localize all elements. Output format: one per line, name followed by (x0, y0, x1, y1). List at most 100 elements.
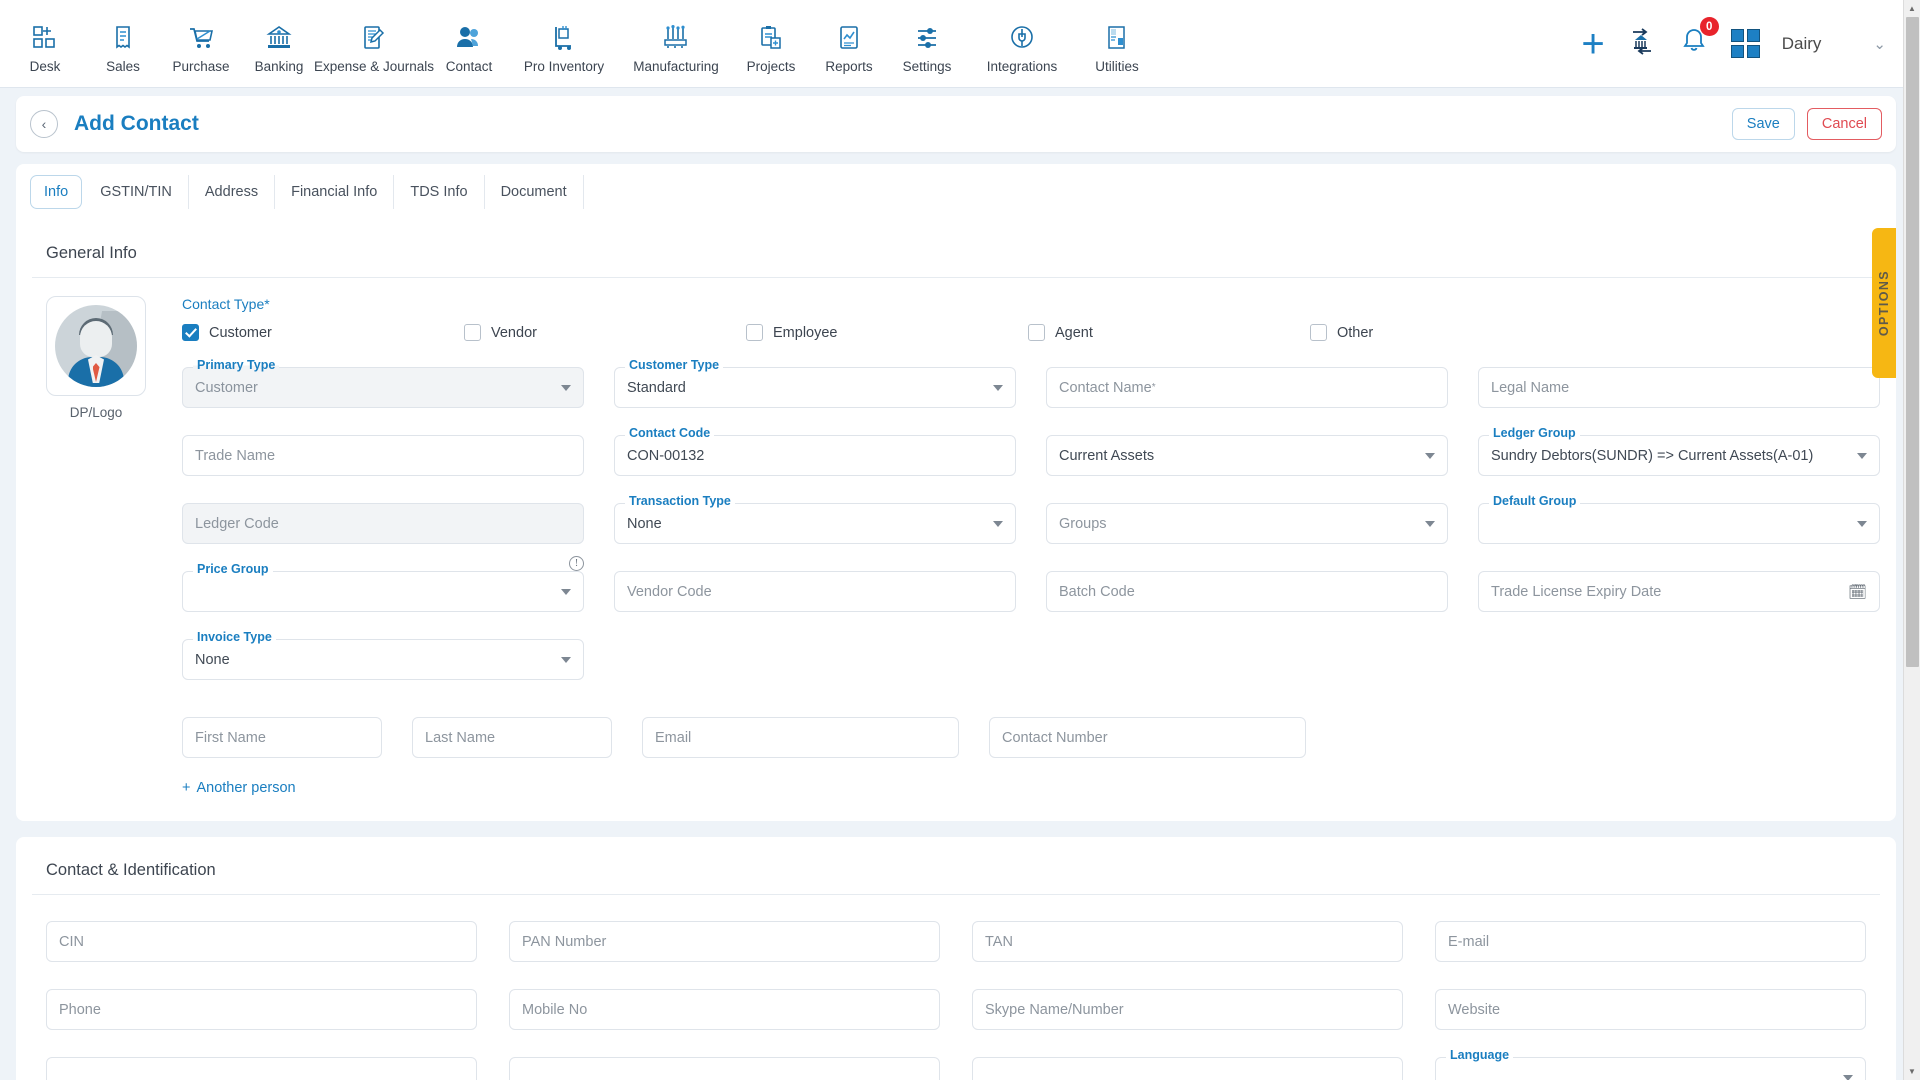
field-transaction-type: Transaction Type None (614, 494, 1016, 563)
chevron-left-icon[interactable]: ‹ (30, 110, 58, 138)
email-input[interactable]: Email (642, 717, 959, 758)
pan-number-input[interactable]: PAN Number (509, 921, 940, 962)
nav-item-manufacturing[interactable]: Manufacturing (620, 14, 732, 74)
nav-right-actions: + 0 Dairy ⌄ (1581, 17, 1920, 64)
chevron-down-icon (561, 384, 571, 391)
legal-name-input[interactable]: Legal Name (1478, 367, 1880, 408)
checkbox-label: Employee (773, 324, 838, 341)
tab-bar: Info GSTIN/TIN Address Financial Info TD… (16, 164, 1896, 220)
ledger-group-select[interactable]: Sundry Debtors(SUNDR) => Current Assets(… (1478, 435, 1880, 476)
vendor-code-input[interactable]: Vendor Code (614, 571, 1016, 612)
dp-logo-upload[interactable] (46, 296, 146, 396)
transaction-type-select[interactable]: None (614, 503, 1016, 544)
field-price-group: Price Group ! (182, 556, 584, 631)
checkbox-employee[interactable]: Employee (746, 324, 1028, 341)
cin-input[interactable]: CIN (46, 921, 477, 962)
checkbox-customer[interactable]: Customer (182, 324, 464, 341)
nav-item-reports[interactable]: Reports (810, 14, 888, 74)
row3-col2-input[interactable] (509, 1057, 940, 1080)
contacts-icon (455, 24, 483, 52)
nav-item-expense-journals[interactable]: Expense & Journals (314, 14, 434, 74)
nav-item-pro-inventory[interactable]: Pro Inventory (508, 14, 620, 74)
calendar-icon[interactable]: 🗓 (1848, 583, 1867, 601)
row3-col1-input[interactable] (46, 1057, 477, 1080)
nav-item-banking[interactable]: Banking (240, 14, 318, 74)
nav-item-settings[interactable]: Settings (888, 14, 966, 74)
trade-license-expiry-input[interactable]: Trade License Expiry Date 🗓 (1478, 571, 1880, 612)
batch-code-input[interactable]: Batch Code (1046, 571, 1448, 612)
app-root: Desk Sales Purchase Banking Expense & Jo… (0, 0, 1920, 1080)
bell-icon[interactable]: 0 (1679, 17, 1719, 61)
trade-name-input[interactable]: Trade Name (182, 435, 584, 476)
add-another-person-label: Another person (196, 780, 296, 796)
divider (32, 277, 1880, 278)
contact-number-input[interactable]: Contact Number (989, 717, 1306, 758)
info-icon[interactable]: ! (569, 556, 584, 571)
checkbox-other[interactable]: Other (1310, 324, 1592, 341)
top-navigation-bar: Desk Sales Purchase Banking Expense & Jo… (0, 0, 1920, 88)
nav-label: Integrations (986, 58, 1058, 74)
field-phone: Phone (46, 981, 477, 1049)
first-name-input[interactable]: First Name (182, 717, 382, 758)
groups-select[interactable]: Groups (1046, 503, 1448, 544)
mobile-no-input[interactable]: Mobile No (509, 989, 940, 1030)
row3-col3-input[interactable] (972, 1057, 1403, 1080)
add-another-person-button[interactable]: + Another person (182, 780, 296, 796)
price-group-select[interactable] (182, 571, 584, 612)
tab-info[interactable]: Info (30, 175, 83, 209)
tab-document[interactable]: Document (485, 175, 584, 209)
contact-code-input[interactable]: CON-00132 (614, 435, 1016, 476)
tab-gstin-tin[interactable]: GSTIN/TIN (84, 175, 189, 209)
contact-name-input[interactable]: Contact Name * (1046, 367, 1448, 408)
page-scrollbar[interactable]: ▲ ▼ (1903, 0, 1920, 1080)
field-legal-name: Legal Name (1478, 359, 1880, 427)
scrollbar-thumb[interactable] (1906, 17, 1919, 667)
ledger-code-input[interactable]: Ledger Code (182, 503, 584, 544)
email-input[interactable]: E-mail (1435, 921, 1866, 962)
bank-icon (266, 24, 292, 52)
nav-item-purchase[interactable]: Purchase (162, 14, 240, 74)
nav-item-desk[interactable]: Desk (6, 14, 84, 74)
apps-grid-icon[interactable] (1730, 29, 1760, 58)
scroll-up-arrow[interactable]: ▲ (1904, 0, 1920, 17)
tab-financial-info[interactable]: Financial Info (275, 175, 395, 209)
checkbox-box[interactable] (182, 324, 199, 341)
default-group-select[interactable] (1478, 503, 1880, 544)
scroll-down-arrow[interactable]: ▼ (1904, 1063, 1920, 1080)
checkbox-agent[interactable]: Agent (1028, 324, 1310, 341)
checkbox-box[interactable] (1310, 324, 1327, 341)
options-side-tab[interactable]: OPTIONS (1872, 228, 1896, 378)
phone-input[interactable]: Phone (46, 989, 477, 1030)
primary-type-select[interactable]: Customer (182, 367, 584, 408)
tan-input[interactable]: TAN (972, 921, 1403, 962)
nav-item-utilities[interactable]: Utilities (1078, 14, 1156, 74)
last-name-input[interactable]: Last Name (412, 717, 612, 758)
tab-tds-info[interactable]: TDS Info (394, 175, 485, 209)
chevron-down-icon[interactable]: ⌄ (1873, 35, 1886, 53)
nav-label: Pro Inventory (523, 58, 605, 74)
website-input[interactable]: Website (1435, 989, 1866, 1030)
checkbox-box[interactable] (746, 324, 763, 341)
customer-type-select[interactable]: Standard (614, 367, 1016, 408)
utilities-icon (1104, 24, 1130, 52)
plus-icon[interactable]: + (1581, 24, 1604, 64)
save-button[interactable]: Save (1731, 108, 1795, 140)
bank-transfer-icon[interactable] (1627, 26, 1657, 61)
contact-type-checkbox-row: Customer Vendor Employee Agent Other (182, 324, 1880, 341)
nav-items: Desk Sales Purchase Banking Expense & Jo… (0, 14, 1156, 74)
invoice-type-select[interactable]: None (182, 639, 584, 680)
checkbox-label: Agent (1055, 324, 1093, 341)
cancel-button[interactable]: Cancel (1806, 108, 1882, 140)
checkbox-vendor[interactable]: Vendor (464, 324, 746, 341)
form-scroll-area[interactable]: General Info DP/Logo Contact Type* Custo… (16, 220, 1896, 1080)
checkbox-box[interactable] (464, 324, 481, 341)
checkbox-box[interactable] (1028, 324, 1045, 341)
ledger-parent-select[interactable]: Current Assets (1046, 435, 1448, 476)
nav-item-integrations[interactable]: Integrations (966, 14, 1078, 74)
nav-item-sales[interactable]: Sales (84, 14, 162, 74)
field-trade-license-expiry: Trade License Expiry Date 🗓 (1478, 563, 1880, 631)
nav-item-contact[interactable]: Contact (430, 14, 508, 74)
tab-address[interactable]: Address (189, 175, 276, 209)
nav-item-projects[interactable]: Projects (732, 14, 810, 74)
skype-input[interactable]: Skype Name/Number (972, 989, 1403, 1030)
